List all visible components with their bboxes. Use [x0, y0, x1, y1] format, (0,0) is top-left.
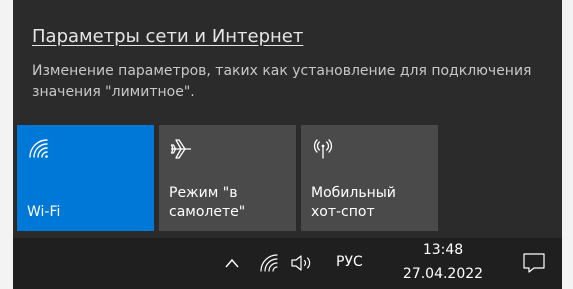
- hotspot-icon: [313, 139, 333, 159]
- notifications-icon[interactable]: [522, 252, 546, 274]
- clock-time: 13:48: [422, 242, 464, 258]
- clock[interactable]: 13:48 27.04.2022: [393, 242, 493, 282]
- chevron-up-icon[interactable]: [224, 257, 240, 269]
- wifi-icon: [29, 139, 48, 158]
- mobile-hotspot-tile[interactable]: Мобильный хот-спот: [301, 125, 438, 231]
- clock-date: 27.04.2022: [402, 266, 484, 282]
- background-left-edge: [0, 0, 13, 289]
- wifi-tile[interactable]: Wi-Fi: [17, 125, 154, 231]
- wifi-tile-label: Wi-Fi: [27, 204, 61, 220]
- background-right-edge: [562, 0, 573, 289]
- airplane-mode-tile-label: Режим "в самолете": [169, 185, 246, 220]
- network-settings-link[interactable]: Параметры сети и Интернет: [32, 26, 303, 47]
- volume-icon[interactable]: [290, 253, 314, 273]
- input-language-indicator[interactable]: РУС: [336, 254, 363, 270]
- airplane-icon: [170, 139, 191, 159]
- mobile-hotspot-tile-label: Мобильный хот-спот: [311, 185, 396, 220]
- taskbar-wifi-icon[interactable]: [259, 253, 279, 273]
- airplane-mode-tile[interactable]: Режим "в самолете": [159, 125, 296, 231]
- network-settings-description: Изменение параметров, таких как установл…: [32, 63, 532, 100]
